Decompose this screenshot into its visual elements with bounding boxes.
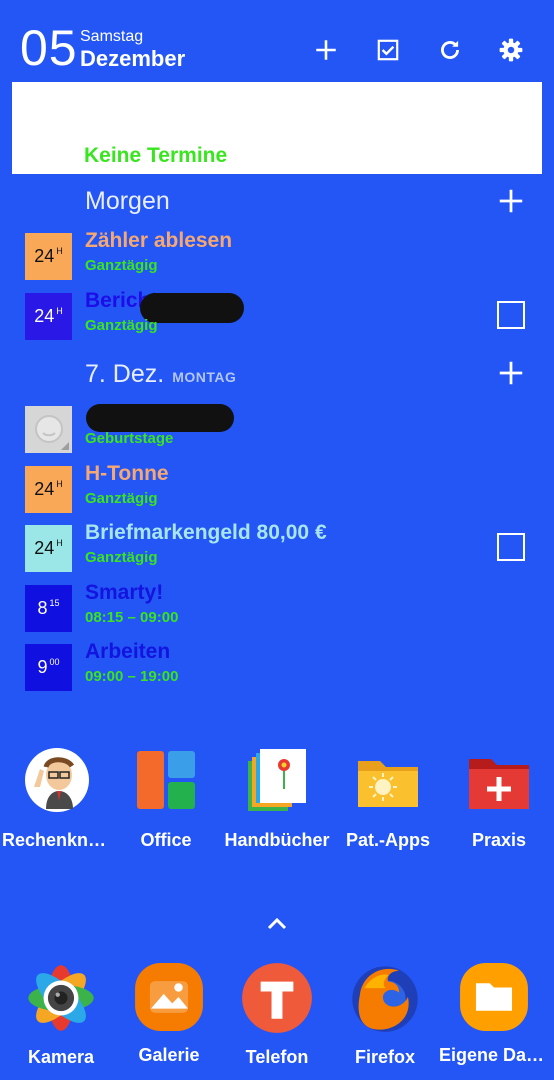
section-title-text: 7. Dez. [85, 360, 165, 388]
event-row[interactable]: 24 H Zähler ablesen Ganztägig [0, 229, 554, 285]
tasks-button[interactable] [370, 32, 406, 68]
app-label: Firefox [354, 1047, 415, 1067]
section-title-tomorrow: Morgen [85, 187, 170, 216]
event-row[interactable]: 24 H Briefmarkengeld 80,00 € Ganztägig [0, 521, 554, 577]
checkbox-icon [377, 39, 399, 61]
event-row[interactable]: 24 H Bericht Ganztägig [0, 289, 554, 345]
sun-folder-icon [358, 761, 418, 807]
add-event-date-button[interactable] [496, 358, 526, 388]
app-rechenknecht[interactable]: Rechenkne… [2, 747, 112, 851]
add-event-tomorrow-button[interactable] [496, 186, 526, 216]
app-label: Pat.-Apps [345, 830, 430, 850]
icon-sup: H [56, 537, 63, 548]
office-folder-icon [137, 751, 195, 809]
gallery-icon [135, 963, 203, 1031]
firefox-icon [352, 966, 418, 1032]
no-events-label: Keine Termine [84, 144, 228, 167]
plus-icon [499, 189, 523, 213]
event-row[interactable]: 24 H H-Tonne Ganztägig [0, 462, 554, 518]
task-checkbox[interactable] [497, 533, 525, 561]
event-subtitle: Ganztägig [85, 317, 158, 334]
event-row[interactable]: 8 15 Smarty! 08:15 – 09:00 [0, 581, 554, 637]
icon-sup: H [56, 305, 63, 316]
icon-sup: H [56, 478, 63, 489]
app-galerie[interactable]: Galerie [114, 962, 224, 1066]
app-label: Kamera [27, 1047, 95, 1067]
task-checkbox[interactable] [497, 301, 525, 329]
app-pat-apps[interactable]: Pat.-Apps [333, 747, 443, 851]
person-placeholder-icon [34, 414, 69, 450]
plus-folder-icon [469, 759, 529, 809]
app-handbuecher[interactable]: Handbücher [222, 747, 332, 851]
app-label: Praxis [471, 830, 527, 850]
app-label: Eigene Dat… [439, 1045, 549, 1065]
contact-avatar-icon [25, 406, 72, 453]
event-subtitle: Ganztägig [85, 257, 158, 274]
settings-button[interactable] [493, 32, 529, 68]
calendar-widget-header: 05 Samstag Dezember [0, 0, 554, 80]
event-title: Briefmarkengeld 80,00 € [85, 521, 327, 544]
time-icon: 8 15 [25, 585, 72, 632]
all-day-icon: 24 H [25, 293, 72, 340]
app-label: Office [140, 830, 192, 850]
app-label: Rechenkne… [2, 830, 112, 850]
section-title-date: 7. Dez. MONTAG [85, 360, 236, 389]
event-title: Smarty! [85, 581, 164, 604]
icon-text: 24 [34, 479, 55, 499]
section-weekday: MONTAG [172, 369, 237, 385]
telefon-icon [242, 963, 312, 1033]
today-events-panel[interactable]: Keine Termine [12, 82, 542, 174]
event-row[interactable]: Geburtstage [0, 404, 554, 458]
manuals-folder-icon [248, 749, 306, 811]
chevron-up-icon[interactable] [262, 912, 292, 936]
caricature-avatar-icon [25, 748, 89, 812]
redaction-mark [86, 404, 234, 432]
camera-icon [28, 965, 94, 1031]
app-firefox[interactable]: Firefox [330, 962, 440, 1068]
date-day-number[interactable]: 05 [20, 20, 78, 76]
event-subtitle: Ganztägig [85, 549, 158, 566]
icon-text: 9 [37, 657, 48, 677]
date-month: Dezember [80, 46, 186, 71]
event-title: Arbeiten [85, 640, 171, 663]
icon-sup: 00 [49, 656, 60, 667]
event-row[interactable]: 9 00 Arbeiten 09:00 – 19:00 [0, 640, 554, 696]
event-title: Zähler ablesen [85, 229, 233, 252]
app-label: Handbücher [224, 830, 330, 850]
app-office[interactable]: Office [111, 747, 221, 851]
icon-text: 24 [34, 246, 55, 266]
event-subtitle: Ganztägig [85, 490, 158, 507]
icon-sup: 15 [49, 597, 60, 608]
date-weekday: Samstag [80, 28, 144, 45]
add-event-button[interactable] [308, 32, 344, 68]
gear-icon [499, 38, 523, 62]
icon-text: 24 [34, 538, 55, 558]
event-subtitle: Geburtstage [85, 430, 174, 447]
app-eigene-dateien[interactable]: Eigene Dat… [439, 962, 549, 1066]
event-title: H-Tonne [85, 462, 169, 485]
app-praxis[interactable]: Praxis [444, 747, 554, 851]
section-title-text: Morgen [85, 187, 170, 215]
all-day-icon: 24 H [25, 525, 72, 572]
refresh-button[interactable] [432, 32, 468, 68]
all-day-icon: 24 H [25, 233, 72, 280]
plus-icon [499, 361, 523, 385]
files-icon [460, 963, 528, 1031]
icon-text: 24 [34, 306, 55, 326]
app-label: Telefon [245, 1047, 309, 1067]
event-subtitle: 08:15 – 09:00 [85, 609, 179, 626]
icon-text: 8 [37, 598, 48, 618]
time-icon: 9 00 [25, 644, 72, 691]
app-kamera[interactable]: Kamera [6, 962, 116, 1068]
app-label: Galerie [138, 1045, 200, 1065]
icon-sup: H [56, 245, 63, 256]
event-subtitle: 09:00 – 19:00 [85, 668, 179, 685]
app-telefon[interactable]: Telefon [222, 962, 332, 1068]
plus-icon [316, 40, 336, 60]
all-day-icon: 24 H [25, 466, 72, 513]
refresh-icon [441, 40, 459, 59]
